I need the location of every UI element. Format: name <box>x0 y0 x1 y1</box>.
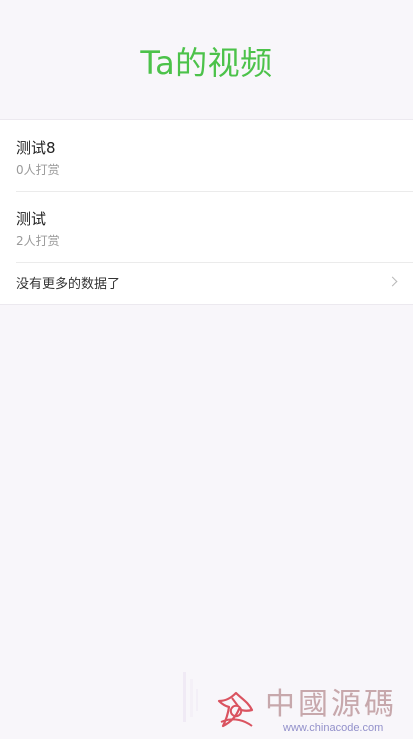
page-title: Ta的视频 <box>140 43 273 82</box>
more-data-row[interactable]: 没有更多的数据了 <box>0 262 413 304</box>
list-item[interactable]: 测试8 0人打赏 <box>0 120 413 191</box>
video-title: 测试 <box>16 210 47 228</box>
list-item[interactable]: 测试 2人打赏 <box>0 191 413 262</box>
more-data-label: 没有更多的数据了 <box>16 276 121 292</box>
watermark-logo-icon <box>215 689 257 731</box>
header: Ta的视频 <box>0 0 413 119</box>
watermark: 中國源碼 www.chinacode.com <box>215 687 405 735</box>
video-title: 测试8 <box>16 139 56 157</box>
faint-watermark-mark <box>178 669 206 725</box>
chevron-right-icon <box>387 276 399 288</box>
watermark-url: www.chinacode.com <box>283 722 384 734</box>
watermark-name: 中國源碼 <box>265 687 397 722</box>
reward-count: 0人打赏 <box>16 163 60 177</box>
reward-count: 2人打赏 <box>16 234 60 248</box>
video-list: 测试8 0人打赏 测试 2人打赏 没有更多的数据了 <box>0 119 413 305</box>
